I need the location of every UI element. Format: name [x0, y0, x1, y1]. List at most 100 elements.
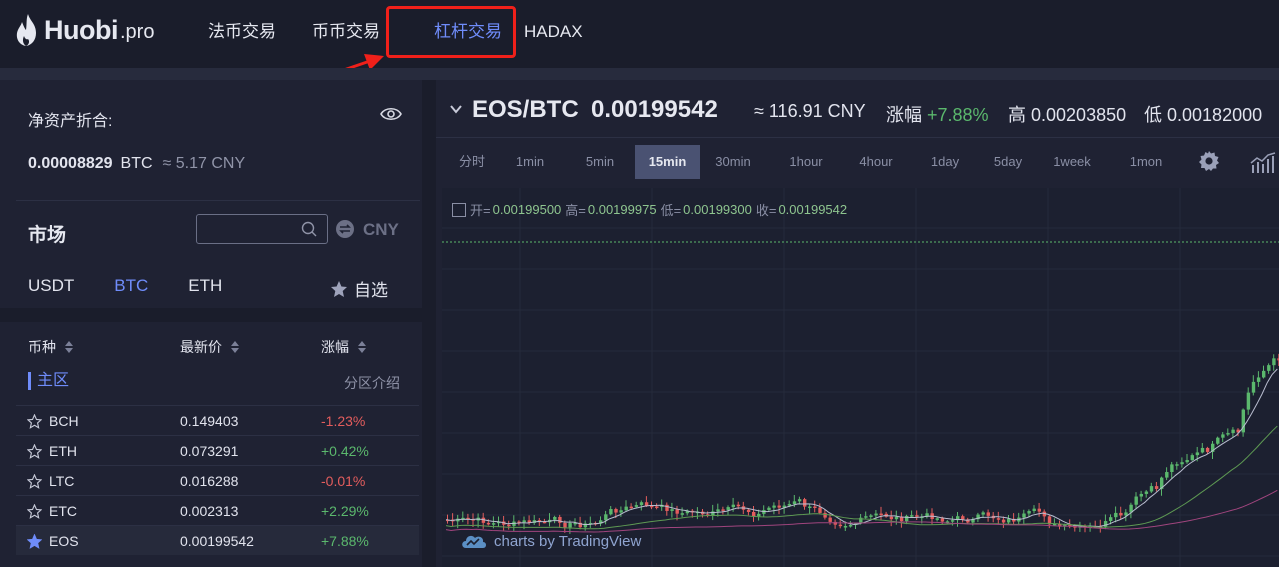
candle-body: [777, 505, 781, 508]
interval-1mon[interactable]: 1mon: [1124, 145, 1168, 179]
candle-body: [558, 516, 562, 523]
candle-body: [1027, 511, 1031, 514]
candle-body: [823, 512, 827, 518]
annotation-highlight-box: [386, 6, 516, 58]
currency-toggle[interactable]: CNY: [363, 220, 399, 240]
market-tab-eth[interactable]: ETH: [188, 276, 222, 306]
candle-body: [1165, 472, 1169, 478]
market-row[interactable]: BCH 0.149403 -1.23%: [16, 405, 419, 435]
interval-1week[interactable]: 1week: [1050, 145, 1094, 179]
interval-15min[interactable]: 15min: [635, 145, 700, 179]
trading-pair[interactable]: EOS/BTC: [472, 96, 579, 124]
candle-body: [726, 507, 730, 510]
candle-body: [808, 506, 812, 508]
candle-body: [634, 505, 639, 507]
chart-type-icon[interactable]: [1250, 152, 1276, 174]
currency-swap-icon[interactable]: [336, 220, 354, 238]
gear-icon[interactable]: [1198, 150, 1220, 172]
star-icon[interactable]: [27, 414, 42, 429]
sort-icon: [231, 341, 239, 353]
moving-average-line: [445, 368, 1278, 528]
candle-body: [629, 506, 633, 509]
candle-body: [787, 504, 792, 506]
candle-body: [961, 516, 965, 520]
interval-5min[interactable]: 5min: [578, 145, 622, 179]
logo[interactable]: Huobi .pro: [14, 12, 154, 48]
candle-body: [1037, 508, 1041, 512]
expand-icon[interactable]: [452, 202, 466, 217]
column-header-symbol[interactable]: 币种: [28, 337, 74, 357]
interval-30min[interactable]: 30min: [711, 145, 755, 179]
candle-body: [491, 523, 496, 525]
chart-panel: EOS/BTC 0.00199542 ≈ 116.91 CNY 涨幅 +7.88…: [436, 80, 1279, 567]
market-tabs: USDT BTC ETH: [28, 276, 262, 310]
candle-body: [1272, 358, 1276, 366]
change-stat: 涨幅 +7.88%: [886, 101, 989, 127]
candle-body: [614, 509, 618, 513]
market-row[interactable]: LTC 0.016288 -0.01%: [16, 465, 419, 495]
interval-1min[interactable]: 1min: [508, 145, 552, 179]
huobi-flame-icon: [16, 14, 36, 46]
column-header-change[interactable]: 涨幅: [321, 337, 367, 357]
tradingview-watermark[interactable]: charts by TradingView: [460, 532, 641, 550]
high-value: 0.00203850: [1031, 105, 1127, 125]
row-change: -0.01%: [321, 473, 366, 489]
favorites-tab[interactable]: 自选: [330, 276, 388, 301]
column-header-price[interactable]: 最新价: [180, 337, 240, 357]
column-change-label: 涨幅: [321, 339, 349, 355]
top-bar: Huobi .pro 法币交易 币币交易 杠杆交易 HADAX: [0, 0, 1279, 86]
divider: [16, 200, 420, 201]
candle-body: [731, 504, 735, 508]
market-row[interactable]: ETC 0.002313 +2.29%: [16, 495, 419, 525]
star-icon[interactable]: [27, 444, 42, 459]
candle-body: [1221, 434, 1225, 438]
market-row[interactable]: EOS 0.00199542 +7.88%: [16, 525, 419, 555]
interval-5day[interactable]: 5day: [986, 145, 1030, 179]
star-icon[interactable]: [27, 534, 42, 549]
candle-body: [910, 515, 914, 517]
high-value: 0.00199975: [587, 202, 657, 217]
panel-splitter: [422, 80, 436, 567]
interval-1day[interactable]: 1day: [923, 145, 967, 179]
star-icon: [331, 280, 347, 297]
eye-icon[interactable]: [380, 106, 402, 122]
market-tab-usdt[interactable]: USDT: [28, 276, 74, 306]
interval-分时[interactable]: 分时: [450, 145, 494, 179]
column-price-label: 最新价: [180, 339, 222, 355]
candle-body: [1231, 429, 1235, 434]
nav-item-0[interactable]: 法币交易: [190, 0, 294, 64]
market-row[interactable]: ETH 0.073291 +0.42%: [16, 435, 419, 465]
low-label: 低=: [660, 203, 682, 218]
candle-body: [1144, 491, 1149, 494]
cloud-icon: [462, 535, 486, 548]
interval-4hour[interactable]: 4hour: [854, 145, 898, 179]
interval-1hour[interactable]: 1hour: [784, 145, 828, 179]
candle-body: [624, 506, 628, 511]
ticker-bar: EOS/BTC 0.00199542 ≈ 116.91 CNY 涨幅 +7.88…: [436, 80, 1279, 138]
candlestick-chart[interactable]: 开= 0.00199500 高= 0.00199975 低= 0.0019930…: [442, 188, 1279, 567]
chevron-down-icon[interactable]: [450, 104, 462, 114]
row-change: +2.29%: [321, 503, 369, 519]
candle-body: [1262, 370, 1266, 378]
zone-intro-link[interactable]: 分区介绍: [344, 373, 400, 393]
star-icon[interactable]: [27, 504, 42, 519]
candle-body: [644, 502, 649, 506]
row-symbol: BCH: [49, 413, 79, 429]
candle-body: [843, 526, 848, 528]
low-value: 0.00199300: [683, 202, 752, 217]
nav-item-3[interactable]: HADAX: [520, 0, 601, 64]
candle-body: [1154, 486, 1159, 489]
candle-body: [1180, 462, 1184, 465]
row-symbol: EOS: [49, 533, 79, 549]
ohlc-legend: 开= 0.00199500 高= 0.00199975 低= 0.0019930…: [452, 200, 851, 219]
candle-body: [818, 507, 822, 513]
candle-body: [522, 520, 526, 523]
net-asset-value: 0.00008829 BTC ≈ 5.17 CNY: [28, 155, 245, 173]
row-symbol: LTC: [49, 473, 75, 489]
candle-body: [639, 502, 644, 506]
star-icon[interactable]: [27, 474, 42, 489]
open-value: 0.00199500: [492, 202, 562, 217]
market-tab-btc[interactable]: BTC: [114, 276, 149, 310]
market-search-input[interactable]: [196, 214, 328, 244]
candle-body: [1114, 512, 1118, 518]
